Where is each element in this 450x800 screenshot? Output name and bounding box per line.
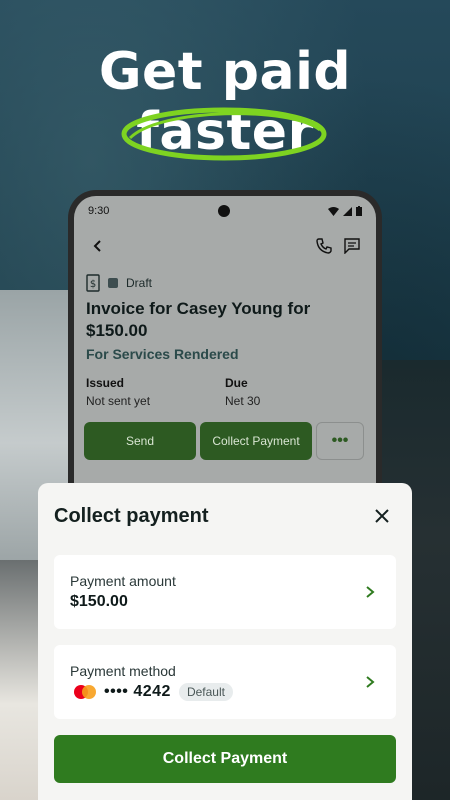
call-button[interactable] — [310, 232, 338, 260]
invoice-subtitle: For Services Rendered — [86, 346, 239, 362]
back-button[interactable] — [84, 232, 112, 260]
phone-mockup: 9:30 $ Draft Invoice for Casey Young for… — [68, 190, 382, 530]
close-button[interactable] — [368, 502, 396, 530]
send-button[interactable]: Send — [84, 422, 196, 460]
mastercard-icon — [74, 685, 96, 699]
collect-payment-sheet: Collect payment Payment amount $150.00 P… — [38, 483, 412, 800]
payment-method-label: Payment method — [70, 663, 176, 679]
invoice-meta: $ Draft — [74, 266, 376, 292]
default-badge: Default — [178, 683, 233, 701]
payment-amount-value: $150.00 — [70, 593, 128, 610]
chevron-right-icon — [360, 582, 380, 602]
issued-value: Not sent yet — [86, 394, 151, 408]
message-icon — [344, 238, 360, 254]
headline-line-1: Get paid — [98, 42, 352, 102]
invoice-icon: $ — [86, 274, 100, 292]
invoice-title: Invoice for Casey Young for $150.00 — [86, 299, 311, 340]
svg-text:$: $ — [90, 279, 96, 290]
highlight-scribble — [121, 107, 327, 161]
card-number: •••• 4242 — [104, 683, 171, 700]
due-label: Due — [225, 376, 248, 390]
background-photo-person — [0, 560, 40, 800]
invoice-details: Issued Not sent yet Due Net 30 — [74, 362, 376, 408]
message-button[interactable] — [338, 232, 366, 260]
payment-method-value: •••• 4242 Default — [70, 683, 360, 701]
payment-amount-label: Payment amount — [70, 573, 176, 589]
due-value: Net 30 — [225, 394, 261, 408]
invoice-topbar — [74, 226, 376, 266]
wifi-icon — [328, 206, 339, 216]
payment-amount-row[interactable]: Payment amount $150.00 — [54, 555, 396, 629]
status-time: 9:30 — [88, 205, 110, 217]
phone-screen: 9:30 $ Draft Invoice for Casey Young for… — [74, 196, 376, 530]
sheet-header: Collect payment — [54, 501, 396, 531]
invoice-status: Draft — [126, 276, 153, 290]
collect-payment-button[interactable]: Collect Payment — [200, 422, 312, 460]
payment-method-row[interactable]: Payment method •••• 4242 Default — [54, 645, 396, 719]
invoice-actions: Send Collect Payment ••• — [74, 408, 376, 460]
battery-icon — [356, 206, 362, 216]
issued-label: Issued — [86, 376, 125, 390]
sheet-title: Collect payment — [54, 504, 209, 527]
phone-icon — [316, 238, 332, 254]
chevron-right-icon — [360, 672, 380, 692]
collect-payment-primary-button[interactable]: Collect Payment — [54, 735, 396, 783]
status-dot — [108, 278, 118, 288]
more-options-button[interactable]: ••• — [316, 422, 364, 460]
camera-hole — [218, 205, 230, 217]
signal-icon — [343, 206, 352, 216]
back-arrow-icon — [93, 240, 101, 252]
close-icon — [375, 509, 389, 523]
